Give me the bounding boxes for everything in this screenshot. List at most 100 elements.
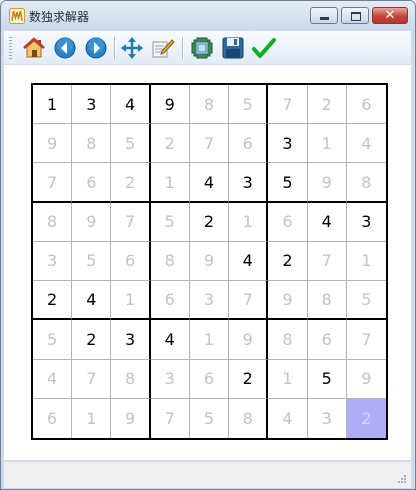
sudoku-cell[interactable]: 2 <box>268 241 308 282</box>
sudoku-cell[interactable]: 1 <box>111 281 151 321</box>
sudoku-cell[interactable]: 3 <box>308 398 347 438</box>
sudoku-cell[interactable]: 1 <box>307 124 347 164</box>
toolbar-grip[interactable] <box>9 37 12 59</box>
sudoku-cell[interactable]: 4 <box>111 85 151 125</box>
sudoku-cell[interactable]: 6 <box>111 241 151 282</box>
sudoku-cell[interactable]: 3 <box>268 124 308 164</box>
sudoku-board[interactable]: 1349857269852763147621435988975216433568… <box>31 83 388 440</box>
sudoku-cell[interactable]: 1 <box>268 359 308 399</box>
sudoku-cell[interactable]: 1 <box>189 320 230 360</box>
sudoku-cell[interactable]: 6 <box>189 359 230 399</box>
sudoku-cell[interactable]: 4 <box>33 359 73 399</box>
sudoku-cell[interactable]: 7 <box>72 359 112 399</box>
forward-button[interactable] <box>83 35 109 61</box>
sudoku-cell[interactable]: 3 <box>150 359 190 399</box>
maximize-button[interactable] <box>341 7 369 24</box>
sudoku-cell[interactable]: 2 <box>229 359 269 399</box>
sudoku-cell[interactable]: 4 <box>189 163 230 203</box>
sudoku-cell[interactable]: 3 <box>189 281 230 321</box>
sudoku-cell[interactable]: 9 <box>346 360 386 399</box>
sudoku-cell[interactable]: 8 <box>111 359 151 399</box>
resize-grip-icon[interactable] <box>397 474 407 484</box>
sudoku-cell[interactable]: 1 <box>229 202 269 242</box>
check-button[interactable] <box>251 35 277 61</box>
minimize-button[interactable] <box>310 7 338 24</box>
sudoku-cell[interactable]: 6 <box>33 398 73 438</box>
sudoku-cell[interactable]: 9 <box>268 281 308 321</box>
sudoku-cell[interactable]: 3 <box>33 241 73 282</box>
sudoku-cell[interactable]: 7 <box>111 202 151 242</box>
sudoku-cell[interactable]: 2 <box>307 85 347 125</box>
sudoku-cell[interactable]: 2 <box>189 202 230 242</box>
sudoku-cell[interactable]: 6 <box>268 202 308 242</box>
sudoku-cell[interactable]: 4 <box>150 320 190 360</box>
back-button[interactable] <box>52 35 78 61</box>
sudoku-cell[interactable]: 9 <box>150 85 190 125</box>
sudoku-cell[interactable]: 7 <box>307 241 347 282</box>
move-button[interactable] <box>119 35 145 61</box>
sudoku-cell[interactable]: 9 <box>189 241 230 282</box>
sudoku-cell[interactable]: 6 <box>307 320 347 360</box>
sudoku-cell[interactable]: 2 <box>150 124 190 164</box>
sudoku-cell[interactable]: 6 <box>150 281 190 321</box>
sudoku-cell[interactable]: 4 <box>229 241 269 282</box>
sudoku-cell[interactable]: 9 <box>33 124 73 164</box>
sudoku-cell[interactable]: 2 <box>33 281 73 321</box>
save-button[interactable] <box>220 35 246 61</box>
sudoku-cell[interactable]: 6 <box>346 85 386 125</box>
sudoku-cell[interactable]: 4 <box>307 202 347 242</box>
sudoku-cell[interactable]: 9 <box>72 202 112 242</box>
sudoku-cell[interactable]: 1 <box>150 163 190 203</box>
sudoku-cell[interactable]: 8 <box>307 281 347 321</box>
status-bar <box>4 462 411 488</box>
sudoku-cell[interactable]: 4 <box>72 281 112 321</box>
title-bar[interactable]: 数独求解器 ✕ <box>1 1 415 29</box>
sudoku-cell[interactable]: 9 <box>229 320 269 360</box>
sudoku-cell[interactable]: 6 <box>72 163 112 203</box>
sudoku-cell[interactable]: 1 <box>346 242 386 282</box>
sudoku-cell[interactable]: 3 <box>229 163 269 203</box>
sudoku-cell[interactable]: 8 <box>346 163 386 203</box>
sudoku-cell[interactable]: 5 <box>268 163 308 203</box>
sudoku-cell[interactable]: 8 <box>229 398 269 438</box>
sudoku-cell[interactable]: 8 <box>268 320 308 360</box>
sudoku-cell[interactable]: 7 <box>189 124 230 164</box>
sudoku-cell[interactable]: 5 <box>346 281 386 321</box>
sudoku-cell[interactable]: 8 <box>72 124 112 164</box>
sudoku-cell[interactable]: 5 <box>150 202 190 242</box>
sudoku-cell[interactable]: 1 <box>33 85 73 125</box>
sudoku-cell[interactable]: 5 <box>33 320 73 360</box>
sudoku-cell[interactable]: 1 <box>72 398 112 438</box>
sudoku-cell[interactable]: 5 <box>111 124 151 164</box>
sudoku-cell[interactable]: 8 <box>33 202 73 242</box>
sudoku-cell[interactable]: 9 <box>111 398 151 438</box>
sudoku-cell[interactable]: 7 <box>229 281 269 321</box>
sudoku-cell[interactable]: 8 <box>150 241 190 282</box>
app-icon <box>9 8 25 24</box>
sudoku-cell[interactable]: 3 <box>111 320 151 360</box>
sudoku-cell[interactable]: 2 <box>346 398 386 438</box>
sudoku-cell[interactable]: 2 <box>72 320 112 360</box>
close-icon: ✕ <box>384 8 396 23</box>
sudoku-cell[interactable]: 4 <box>346 124 386 164</box>
sudoku-cell[interactable]: 7 <box>346 320 386 360</box>
sudoku-cell[interactable]: 6 <box>229 124 269 164</box>
sudoku-cell[interactable]: 3 <box>346 203 386 242</box>
sudoku-cell[interactable]: 5 <box>72 241 112 282</box>
sudoku-cell[interactable]: 9 <box>307 163 347 203</box>
sudoku-cell[interactable]: 5 <box>190 398 230 438</box>
sudoku-cell[interactable]: 4 <box>268 398 308 438</box>
client-area: 1349857269852763147621435988975216433568… <box>4 65 411 460</box>
sudoku-cell[interactable]: 7 <box>151 398 190 438</box>
sudoku-cell[interactable]: 7 <box>33 163 73 203</box>
home-button[interactable] <box>21 35 47 61</box>
sudoku-cell[interactable]: 5 <box>307 359 347 399</box>
sudoku-cell[interactable]: 3 <box>72 85 112 125</box>
sudoku-cell[interactable]: 8 <box>189 85 230 125</box>
sudoku-cell[interactable]: 7 <box>268 85 308 125</box>
solve-button[interactable] <box>189 35 215 61</box>
close-button[interactable]: ✕ <box>372 7 408 24</box>
sudoku-cell[interactable]: 2 <box>111 163 151 203</box>
sudoku-cell[interactable]: 5 <box>229 85 269 125</box>
edit-button[interactable] <box>150 35 176 61</box>
